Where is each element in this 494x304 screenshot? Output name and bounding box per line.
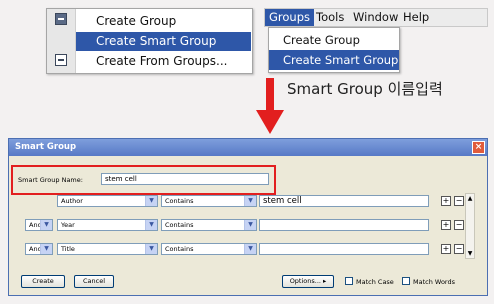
- create-button[interactable]: Create: [21, 275, 65, 288]
- condition-select-2[interactable]: Contains ▼: [161, 219, 257, 231]
- chevron-down-icon: ▼: [145, 244, 157, 254]
- chevron-down-icon: ▼: [244, 244, 256, 254]
- field-select-2[interactable]: Year ▼: [57, 219, 158, 231]
- criteria-scrollbar[interactable]: ▲ ▼: [465, 193, 475, 259]
- field-select-1[interactable]: Author ▼: [57, 195, 158, 207]
- match-words-checkbox[interactable]: [402, 277, 410, 285]
- menu-item-create-smart-group[interactable]: Create Smart Group: [76, 32, 251, 51]
- options-button[interactable]: Options... ▸: [282, 275, 334, 288]
- condition-select-1[interactable]: Contains ▼: [161, 195, 257, 207]
- menu-item-create-group[interactable]: Create Group: [76, 12, 251, 31]
- down-arrow-icon: [256, 78, 284, 134]
- chevron-down-icon: ▼: [40, 244, 52, 254]
- group-folder-icon: [55, 13, 67, 25]
- menu-tools[interactable]: Tools: [312, 9, 348, 26]
- close-icon[interactable]: ×: [472, 141, 485, 154]
- condition-select-3-value: Contains: [165, 245, 194, 253]
- chevron-down-icon: ▼: [244, 196, 256, 206]
- match-case-label: Match Case: [356, 278, 394, 286]
- annotation-highlight-box: [11, 165, 276, 195]
- add-row-button-2[interactable]: +: [441, 220, 451, 230]
- cancel-button[interactable]: Cancel: [74, 275, 114, 288]
- op-select-3[interactable]: And ▼: [25, 243, 53, 255]
- dropdown-create-smart-group[interactable]: Create Smart Group: [269, 50, 399, 70]
- remove-row-button-1[interactable]: −: [454, 196, 464, 206]
- value-input-1[interactable]: stem cell: [259, 195, 429, 207]
- groups-menu-region: Groups Tools Window Help Create Group Cr…: [264, 8, 488, 73]
- op-select-2[interactable]: And ▼: [25, 219, 53, 231]
- condition-select-3[interactable]: Contains ▼: [161, 243, 257, 255]
- value-input-3[interactable]: [259, 243, 429, 255]
- dialog-title: Smart Group: [9, 139, 487, 156]
- menu-window[interactable]: Window: [349, 9, 402, 26]
- chevron-down-icon: ▼: [145, 196, 157, 206]
- field-select-3[interactable]: Title ▼: [57, 243, 158, 255]
- match-case-checkbox[interactable]: [345, 277, 353, 285]
- chevron-down-icon: ▼: [244, 220, 256, 230]
- add-row-button-1[interactable]: +: [441, 196, 451, 206]
- context-menu: Create Group Create Smart Group Create F…: [46, 8, 253, 74]
- remove-row-button-3[interactable]: −: [454, 244, 464, 254]
- smart-group-dialog: Smart Group × Smart Group Name: stem cel…: [8, 138, 488, 296]
- chevron-down-icon: ▼: [40, 220, 52, 230]
- dropdown-create-group[interactable]: Create Group: [269, 30, 399, 50]
- value-input-2[interactable]: [259, 219, 429, 231]
- scroll-down-icon[interactable]: ▼: [466, 250, 474, 257]
- groups-dropdown: Create Group Create Smart Group: [268, 27, 400, 73]
- add-row-button-3[interactable]: +: [441, 244, 451, 254]
- menu-groups[interactable]: Groups: [265, 9, 315, 26]
- match-words-label: Match Words: [413, 278, 455, 286]
- menu-item-create-from-groups[interactable]: Create From Groups...: [76, 52, 251, 71]
- condition-select-2-value: Contains: [165, 221, 194, 229]
- caption-text: Smart Group 이름입력: [287, 80, 443, 98]
- remove-row-button-2[interactable]: −: [454, 220, 464, 230]
- condition-select-1-value: Contains: [165, 197, 194, 205]
- menu-help[interactable]: Help: [399, 9, 433, 26]
- field-select-1-value: Author: [61, 197, 83, 205]
- groups-list-icon: [55, 54, 67, 66]
- scroll-up-icon[interactable]: ▲: [466, 195, 474, 202]
- field-select-2-value: Year: [61, 221, 75, 229]
- chevron-down-icon: ▼: [145, 220, 157, 230]
- field-select-3-value: Title: [61, 245, 75, 253]
- menubar: Groups Tools Window Help: [264, 8, 488, 27]
